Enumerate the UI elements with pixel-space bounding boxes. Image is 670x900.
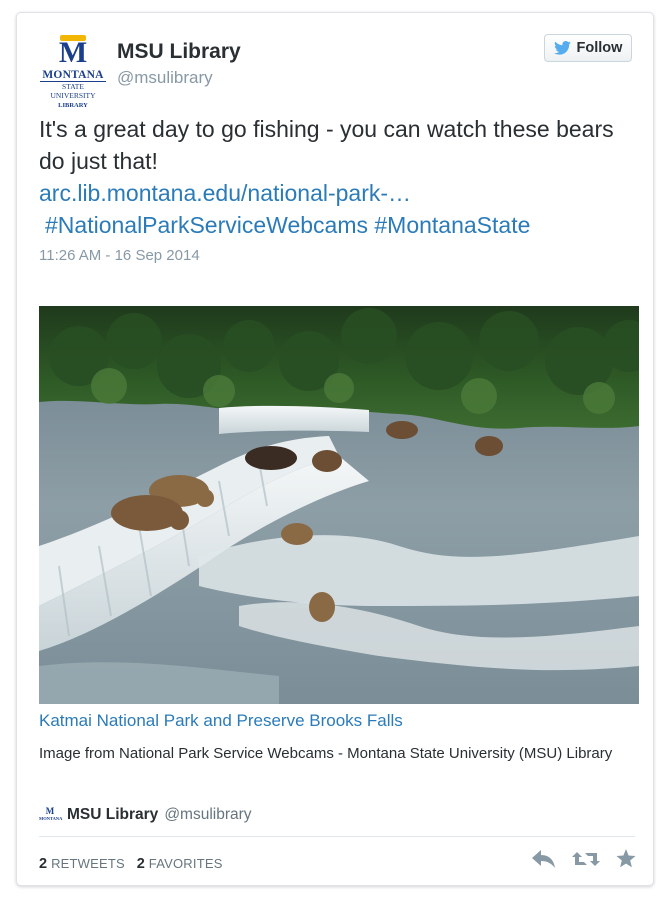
tweet-stats: 2 RETWEETS 2 FAVORITES	[39, 856, 223, 872]
divider	[39, 836, 635, 837]
tweet-hashtags[interactable]: #NationalParkServiceWebcams #MontanaStat…	[39, 209, 629, 241]
twitter-bird-icon	[553, 41, 571, 55]
tweet-body: It's a great day to go fishing - you can…	[39, 116, 614, 174]
favorite-star-icon[interactable]	[616, 849, 636, 868]
tweet-actions	[532, 849, 636, 868]
media-card-description: Image from National Park Service Webcams…	[39, 745, 613, 762]
tweet-link[interactable]: arc.lib.montana.edu/national-park-…	[39, 177, 629, 209]
tweet-card: M MONTANA STATE UNIVERSITY LIBRARY MSU L…	[16, 12, 654, 886]
tweet-text: It's a great day to go fishing - you can…	[39, 113, 629, 241]
waterfall-bears-photo	[39, 306, 639, 704]
media-image[interactable]	[39, 306, 639, 704]
author-handle[interactable]: @msulibrary	[117, 68, 213, 88]
msu-library-mini-logo: M MONTANA	[39, 806, 63, 822]
media-card-attribution[interactable]: M MONTANA MSU Library @msulibrary	[39, 806, 252, 824]
author-name[interactable]: MSU Library	[117, 40, 241, 64]
retweets-stat[interactable]: 2 RETWEETS	[39, 856, 125, 872]
msu-library-logo[interactable]: M MONTANA STATE UNIVERSITY LIBRARY	[37, 35, 109, 109]
attribution-handle[interactable]: @msulibrary	[164, 806, 251, 824]
logo-line-university: STATE UNIVERSITY	[40, 81, 106, 100]
favorites-stat[interactable]: 2 FAVORITES	[136, 856, 223, 872]
logo-line-library: LIBRARY	[58, 102, 88, 109]
favorites-count: 2	[136, 856, 145, 872]
logo-line-montana: MONTANA	[42, 69, 104, 81]
follow-button[interactable]: Follow	[544, 34, 632, 62]
retweets-label: RETWEETS	[51, 856, 125, 871]
retweet-icon[interactable]	[572, 850, 600, 868]
media-card-title[interactable]: Katmai National Park and Preserve Brooks…	[39, 711, 403, 731]
reply-icon[interactable]	[532, 849, 556, 868]
tweet-timestamp[interactable]: 11:26 AM - 16 Sep 2014	[39, 247, 200, 264]
follow-label: Follow	[576, 40, 623, 56]
attribution-name[interactable]: MSU Library	[67, 806, 158, 824]
logo-letter: M	[58, 35, 88, 69]
retweets-count: 2	[39, 856, 48, 872]
favorites-label: FAVORITES	[148, 856, 223, 871]
